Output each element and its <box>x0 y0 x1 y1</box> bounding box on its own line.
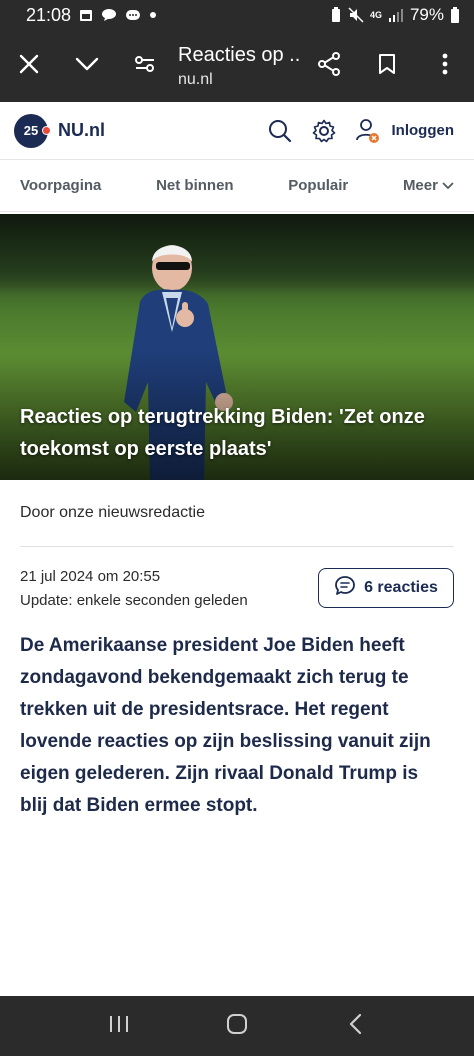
logo-dot <box>42 125 51 135</box>
nav-item-voorpagina[interactable]: Voorpagina <box>20 177 101 194</box>
nav-item-net-binnen[interactable]: Net binnen <box>156 177 234 194</box>
article-lead: De Amerikaanse president Joe Biden heeft… <box>20 635 431 816</box>
logo-badge-text: 25 <box>23 123 39 138</box>
page-settings-button[interactable] <box>116 30 174 102</box>
divider <box>20 546 454 547</box>
home-button[interactable] <box>217 1006 257 1046</box>
signal-icon <box>388 8 404 22</box>
status-bar: 21:08 4G 79% <box>0 0 474 30</box>
logo-text: NU.nl <box>58 120 105 140</box>
login-button[interactable]: Inloggen <box>355 118 455 144</box>
section-nav: Voorpagina Net binnen Populair Meer <box>0 160 474 212</box>
nav-item-populair[interactable]: Populair <box>288 177 348 194</box>
chevron-down-icon <box>75 57 99 76</box>
dot-icon <box>149 11 157 19</box>
network-label: 4G <box>369 10 382 20</box>
calendar-icon <box>79 8 93 22</box>
chat-icon <box>125 8 141 22</box>
share-icon <box>317 51 341 81</box>
article-update: Update: enkele seconden geleden <box>20 592 248 609</box>
message-icon <box>101 8 117 22</box>
article-title: Reacties op terugtrekking Biden: 'Zet on… <box>20 406 425 460</box>
back-icon <box>348 1013 362 1040</box>
page-title: Reacties op ... <box>178 43 300 66</box>
search-icon[interactable] <box>268 119 292 143</box>
menu-button[interactable] <box>416 30 474 102</box>
login-label: Inloggen <box>391 122 455 139</box>
mute-icon <box>348 7 364 23</box>
reactions-button[interactable]: 6 reacties <box>318 568 454 608</box>
user-icon <box>355 118 380 144</box>
article-author: Door onze nieuwsredactie <box>20 504 205 521</box>
comment-icon <box>334 575 356 602</box>
nav-item-meer-label: Meer <box>402 177 438 194</box>
back-button[interactable] <box>335 1006 375 1046</box>
hero-image: Reacties op terugtrekking Biden: 'Zet on… <box>0 214 474 480</box>
browser-toolbar: Reacties op ... nu.nl <box>0 30 474 102</box>
gear-icon[interactable] <box>312 119 336 143</box>
logo-badge: 25 <box>14 113 51 148</box>
chevron-down-icon <box>442 177 454 194</box>
battery-percentage: 79% <box>409 5 444 24</box>
article-date: 21 jul 2024 om 20:55 <box>20 568 161 585</box>
battery-icon <box>450 7 460 23</box>
share-button[interactable] <box>300 30 358 102</box>
battery-saver-icon <box>330 7 342 23</box>
page-url: nu.nl <box>178 70 213 88</box>
recent-apps-button[interactable] <box>99 1006 139 1046</box>
close-tab-button[interactable] <box>0 30 58 102</box>
page-title-area[interactable]: Reacties op ... nu.nl <box>174 44 300 89</box>
site-logo[interactable]: 25 NU.nl <box>14 113 105 148</box>
more-vertical-icon <box>442 53 448 80</box>
tune-icon <box>134 54 156 79</box>
reactions-label: 6 reacties <box>364 579 438 596</box>
close-icon <box>19 54 39 79</box>
home-icon <box>226 1013 248 1040</box>
site-header: 25 NU.nl Inloggen <box>0 102 474 160</box>
status-time: 21:08 <box>26 4 72 25</box>
recent-apps-icon <box>108 1014 130 1039</box>
collapse-button[interactable] <box>58 30 116 102</box>
bookmark-button[interactable] <box>358 30 416 102</box>
system-nav-bar <box>0 996 474 1056</box>
nav-item-meer[interactable]: Meer <box>403 177 454 194</box>
bookmark-icon <box>378 53 396 80</box>
